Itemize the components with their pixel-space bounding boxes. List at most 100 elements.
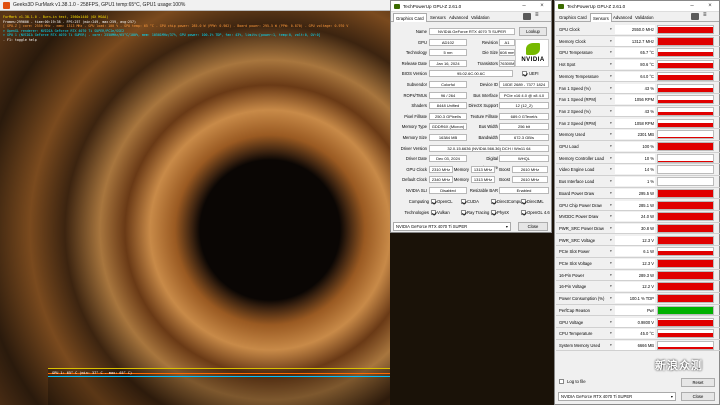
field-value[interactable]: 2610 MHz [512,176,548,184]
sensor-name[interactable]: PWR_SRC Voltage [559,235,595,246]
chevron-down-icon[interactable]: ▾ [610,273,612,277]
field-value[interactable]: Dec 03, 2024 [429,155,467,163]
sensor-name[interactable]: Fan 2 Speed (RPM) [559,118,596,129]
sensor-name[interactable]: Video Engine Load [559,164,594,175]
close-window-button[interactable]: × [705,1,715,12]
sensor-name[interactable]: GPU Clock [559,24,580,35]
chevron-down-icon[interactable]: ▾ [610,308,612,312]
sensor-name[interactable]: Fan 1 Speed (%) [559,83,591,94]
field-value[interactable]: AD102 [429,38,467,46]
tab-validation[interactable]: Validation [469,13,492,22]
field-value[interactable]: 8448 Unified [429,102,467,110]
field-value[interactable]: WHQL [499,155,549,163]
field-value[interactable]: 1313 MHz [471,165,495,173]
sensor-name[interactable]: Board Power Draw [559,188,594,199]
camera-icon[interactable] [691,13,699,20]
chevron-down-icon[interactable]: ▾ [610,62,612,66]
sensor-name[interactable]: 16-Pin Voltage [559,281,586,292]
chevron-down-icon[interactable]: ▾ [610,50,612,54]
chevron-down-icon[interactable]: ▾ [610,226,612,230]
chevron-down-icon[interactable]: ▾ [610,179,612,183]
sensor-name[interactable]: Bus Interface Load [559,176,594,187]
sensor-name[interactable]: Hot Spot [559,59,575,70]
chevron-down-icon[interactable]: ▾ [610,249,612,253]
sensor-name[interactable]: Fan 2 Speed (%) [559,106,591,117]
sensor-name[interactable]: MVDDC Power Draw [559,211,598,222]
field-value[interactable]: 2310 MHz [429,165,453,173]
sensor-name[interactable]: PerfCap Reason [559,305,590,316]
sensor-name[interactable]: Memory Temperature [559,71,599,82]
tab-advanced[interactable]: Advanced [447,13,470,22]
tab-advanced[interactable]: Advanced [611,13,634,22]
field-value[interactable]: 5 nm [429,49,467,57]
field-value[interactable]: Jan 16, 2024 [429,59,467,67]
log-to-file-checkbox[interactable] [559,379,564,384]
chevron-down-icon[interactable]: ▾ [610,320,612,324]
field-value[interactable]: Colorful [429,81,467,88]
field-value[interactable]: 2340 MHz [429,176,453,184]
chevron-down-icon[interactable]: ▾ [610,203,612,207]
sensor-name[interactable]: Fan 1 Speed (RPM) [559,94,596,105]
chevron-down-icon[interactable]: ▾ [610,261,612,265]
chevron-down-icon[interactable]: ▾ [610,284,612,288]
tab-graphics-card[interactable]: Graphics Card [393,13,427,22]
chevron-down-icon[interactable]: ▾ [610,343,612,347]
tab-validation[interactable]: Validation [633,13,656,22]
sensor-name[interactable]: GPU Load [559,141,579,152]
chevron-down-icon[interactable]: ▾ [610,39,612,43]
minimize-button[interactable]: – [519,1,529,12]
chevron-down-icon[interactable]: ▾ [610,238,612,242]
sensor-name[interactable]: System Memory Used [559,340,600,351]
field-value[interactable]: Enabled [499,187,549,194]
chevron-down-icon[interactable]: ▾ [610,191,612,195]
sensor-name[interactable]: PCIe Slot Voltage [559,258,592,269]
chevron-down-icon[interactable]: ▾ [610,109,612,113]
close-button[interactable]: Close [681,392,715,401]
close-button[interactable]: Close [518,222,548,231]
chevron-down-icon[interactable]: ▾ [610,86,612,90]
tab-graphics-card[interactable]: Graphics Card [557,13,589,22]
field-value[interactable]: 96 / 264 [429,91,467,99]
chevron-down-icon[interactable]: ▾ [610,156,612,160]
sensor-name[interactable]: PWR_SRC Power Draw [559,223,604,234]
minimize-button[interactable]: – [687,1,697,12]
field-value[interactable]: 95.02.6C.00.6C [429,70,513,78]
chevron-down-icon[interactable]: ▾ [610,27,612,31]
sensor-name[interactable]: GPU Temperature [559,47,593,58]
menu-icon[interactable]: ≡ [535,12,539,18]
lookup-button[interactable]: Lookup [519,27,547,36]
chevron-down-icon[interactable]: ▾ [610,296,612,300]
field-value[interactable]: PCIe x16 4.0 @ x8 4.0 [499,91,549,99]
sensor-name[interactable]: GPU Chip Power Draw [559,200,602,211]
chevron-down-icon[interactable]: ▾ [610,331,612,335]
sensor-name[interactable]: Memory Used [559,129,585,140]
close-window-button[interactable]: × [537,1,547,12]
chevron-down-icon[interactable]: ▾ [610,74,612,78]
chevron-down-icon[interactable]: ▾ [610,121,612,125]
gpu-select-dropdown[interactable]: NVIDIA GeForce RTX 4070 Ti SUPER ▾ [393,222,511,231]
sensor-name[interactable]: CPU Temperature [559,328,592,339]
gpu-select-dropdown[interactable]: NVIDIA GeForce RTX 4070 Ti SUPER ▾ [558,392,676,401]
field-value[interactable]: GDDR6X (Micron) [429,123,467,131]
field-value[interactable]: 1313 MHz [471,176,495,184]
field-value[interactable]: 250.3 GPixel/s [429,112,467,120]
field-value[interactable]: 12 (12_2) [499,102,549,110]
sensor-name[interactable]: Memory Clock [559,36,586,47]
tab-sensors[interactable]: Sensors [428,13,448,22]
chevron-down-icon[interactable]: ▾ [610,144,612,148]
sensor-name[interactable]: 16-Pin Power [559,270,584,281]
field-value[interactable]: Disabled [429,187,467,194]
tab-sensors[interactable]: Sensors [590,13,612,22]
field-value[interactable]: 689.0 GTexel/s [499,112,549,120]
field-value[interactable]: 256 bit [499,123,549,131]
reset-button[interactable]: Reset [681,378,715,387]
field-value[interactable]: A1 [499,38,515,46]
field-value[interactable]: 2610 MHz [512,165,548,173]
field-value[interactable]: 76300M [499,59,515,67]
field-value[interactable]: 608 mm² [499,49,515,57]
chevron-down-icon[interactable]: ▾ [610,97,612,101]
chevron-down-icon[interactable]: ▾ [610,214,612,218]
sensor-name[interactable]: Power Consumption (%) [559,293,604,304]
chevron-down-icon[interactable]: ▾ [610,167,612,171]
menu-icon[interactable]: ≡ [703,12,707,18]
